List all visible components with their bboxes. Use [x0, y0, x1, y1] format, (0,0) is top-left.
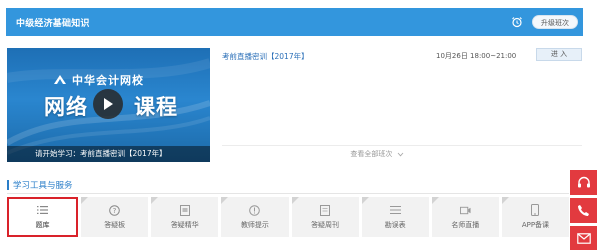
tool-label: 答疑精华: [170, 220, 199, 229]
corner-marker: [151, 197, 159, 204]
video-caption: 请开始学习：考前直播密训【2017年】: [7, 146, 210, 162]
video-title-head: 网络: [44, 95, 88, 119]
upgrade-class-button[interactable]: 升级班次: [532, 15, 578, 29]
view-all-label: 查看全部班次: [350, 150, 393, 158]
phone-icon[interactable]: [570, 198, 597, 223]
divider: [222, 145, 582, 146]
video-caption-course: 考前直播密训【2017年】: [80, 149, 167, 158]
video-caption-prefix: 请开始学习：: [35, 149, 80, 158]
floating-side-bar: [570, 170, 597, 250]
tool-label: 教师提示: [240, 220, 269, 229]
course-header: 中级经济基础知识 升级班次: [6, 8, 583, 36]
tool-teacher-tips[interactable]: 教师提示: [221, 197, 289, 237]
tool-qa-essence[interactable]: 答疑精华: [151, 197, 219, 237]
tool-label: 答疑周刊: [311, 220, 340, 229]
tool-label: 题库: [35, 220, 50, 229]
mobile-phone-icon: [530, 204, 541, 216]
video-player[interactable]: 中华会计网校 网络 课程 请开始学习：考前直播密训【2017年】: [7, 48, 210, 162]
enter-button[interactable]: 进 入: [536, 48, 582, 61]
corner-marker: [221, 197, 229, 204]
corner-marker: [431, 197, 439, 204]
svg-text:?: ?: [113, 207, 117, 215]
corner-marker: [81, 197, 89, 204]
corner-marker: [291, 197, 299, 204]
section-divider: [7, 193, 569, 194]
question-circle-icon: ?: [109, 204, 120, 216]
tools-grid: 题库 ? 答疑板 答疑精华 教师提示 答疑周刊 勘误表 名师直播 APP备课: [7, 197, 569, 237]
course-title: 中级经济基础知识: [16, 18, 90, 29]
header-actions: 升级班次: [510, 15, 578, 29]
tool-question-bank[interactable]: 题库: [7, 197, 79, 237]
section-title: 学习工具与服务: [13, 181, 73, 191]
corner-marker: [501, 197, 509, 204]
section-heading: 学习工具与服务: [7, 179, 73, 191]
corner-marker: [361, 197, 369, 204]
chevron-down-icon: [397, 152, 403, 156]
document-box-icon: [320, 204, 331, 216]
document-box-icon: [179, 204, 190, 216]
video-camera-icon: [459, 205, 471, 216]
tool-errata[interactable]: 勘误表: [361, 197, 429, 237]
tool-qa-weekly[interactable]: 答疑周刊: [291, 197, 359, 237]
view-all-classes-link[interactable]: 查看全部班次: [222, 149, 532, 159]
tool-label: 名师直播: [451, 220, 480, 229]
tool-qa-board[interactable]: ? 答疑板: [81, 197, 149, 237]
play-icon[interactable]: [93, 89, 123, 119]
course-name-link[interactable]: 考前直播密训【2017年】: [222, 51, 309, 62]
course-list-item: 考前直播密训【2017年】 10月26日 18:00~21:00 进 入: [222, 48, 582, 62]
list-icon: [37, 205, 49, 216]
brand-logo: 中华会计网校: [53, 72, 144, 88]
mail-icon[interactable]: [570, 226, 597, 250]
section-marker: [7, 180, 9, 190]
list-icon: [389, 205, 401, 216]
tool-live-teacher[interactable]: 名师直播: [431, 197, 499, 237]
video-title-tail: 课程: [134, 95, 178, 119]
course-time: 10月26日 18:00~21:00: [436, 52, 517, 60]
headset-icon[interactable]: [570, 170, 597, 195]
info-circle-icon: [249, 204, 261, 216]
tool-label: APP备课: [521, 220, 550, 229]
alarm-clock-icon[interactable]: [510, 15, 524, 29]
tool-label: 答疑板: [104, 220, 126, 229]
brand-name: 中华会计网校: [72, 74, 144, 87]
tool-label: 勘误表: [384, 220, 406, 229]
brand-logo-icon: [54, 75, 66, 84]
tool-app-prep[interactable]: APP备课: [501, 197, 569, 237]
